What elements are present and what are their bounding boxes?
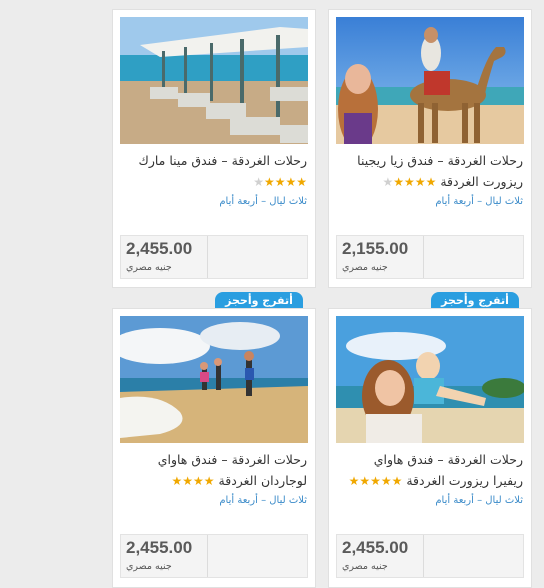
rating-stars: ★★★★ <box>172 471 215 492</box>
price-currency: جنيه مصري <box>126 262 172 273</box>
offer-title-line2-row: ريزورت الغردقة ★★★★★ <box>335 171 523 193</box>
book-button[interactable]: أتفرج وأحجز <box>431 292 519 308</box>
offer-card[interactable]: رحلات الغردقة – فندق هاواي ريفيرا ريزورت… <box>328 308 532 588</box>
family-running-beach-image <box>120 316 308 443</box>
star-icon: ★★★★ <box>171 474 215 488</box>
price-divider <box>423 236 424 278</box>
rating-stars: ★★★★★ <box>253 172 307 193</box>
offer-photo-family[interactable] <box>120 316 308 443</box>
offer-title[interactable]: رحلات الغردقة – فندق هاواي لوجاردان الغر… <box>119 449 307 492</box>
offer-title-line2[interactable]: ريزورت الغردقة <box>440 174 523 189</box>
offer-photo-camel[interactable] <box>336 17 524 144</box>
price-box: 2,455.00 جنيه مصري <box>120 534 308 578</box>
duration-text: ثلاث ليال – أربعة أيام <box>435 196 523 207</box>
offer-title-line1[interactable]: رحلات الغردقة – فندق هاواي <box>335 449 523 470</box>
offer-title-line2-row: ★★★★★ <box>119 171 307 193</box>
offer-title-line1[interactable]: رحلات الغردقة – فندق هاواي <box>119 449 307 470</box>
price-box: 2,455.00 جنيه مصري <box>336 534 524 578</box>
offer-card[interactable]: رحلات الغردقة – فندق زيا ريجينا ريزورت ا… <box>328 9 532 288</box>
price-amount: 2,455.00 <box>342 538 409 557</box>
offer-title-line2-row: لوجاردان الغردقة ★★★★ <box>119 470 308 492</box>
price-divider <box>207 236 208 278</box>
star-empty-icon: ★ <box>253 175 264 189</box>
duration-text: ثلاث ليال – أربعة أيام <box>219 196 307 207</box>
price-box: 2,155.00 جنيه مصري <box>336 235 524 279</box>
offer-title[interactable]: رحلات الغردقة – فندق زيا ريجينا ريزورت ا… <box>335 150 523 193</box>
offer-photo-umbrellas[interactable] <box>120 17 308 144</box>
rating-stars: ★★★★★ <box>383 172 437 193</box>
duration-text: ثلاث ليال – أربعة أيام <box>435 495 523 506</box>
price-divider <box>207 535 208 577</box>
price-box: 2,455.00 جنيه مصري <box>120 235 308 279</box>
offer-title[interactable]: رحلات الغردقة – فندق هاواي ريفيرا ريزورت… <box>335 449 523 492</box>
beach-umbrellas-image <box>120 17 308 144</box>
price-amount: 2,455.00 <box>126 538 193 557</box>
offer-title-line1[interactable]: رحلات الغردقة – فندق زيا ريجينا <box>335 150 523 171</box>
offer-card[interactable]: رحلات الغردقة – فندق هاواي لوجاردان الغر… <box>112 308 316 588</box>
duration-text: ثلاث ليال – أربعة أيام <box>219 495 307 506</box>
camel-rider-image <box>336 17 524 144</box>
star-empty-icon: ★ <box>382 175 394 189</box>
offer-photo-mother-child[interactable] <box>336 316 524 443</box>
offer-title-line2[interactable]: ريفيرا ريزورت الغردقة <box>406 473 523 488</box>
mother-child-beach-image <box>336 316 524 443</box>
price-currency: جنيه مصري <box>342 561 388 572</box>
star-icon: ★★★★★ <box>348 474 403 488</box>
price-currency: جنيه مصري <box>126 561 172 572</box>
price-amount: 2,455.00 <box>126 239 193 258</box>
rating-stars: ★★★★★ <box>349 471 403 492</box>
star-icon: ★★★★ <box>393 175 437 189</box>
offer-card[interactable]: رحلات الغردقة – فندق مينا مارك ★★★★★ ثلا… <box>112 9 316 288</box>
price-divider <box>423 535 424 577</box>
star-icon: ★★★★ <box>263 175 307 189</box>
price-currency: جنيه مصري <box>342 262 388 273</box>
offer-title[interactable]: رحلات الغردقة – فندق مينا مارك ★★★★★ <box>119 150 307 193</box>
book-button[interactable]: أتفرج وأحجز <box>215 292 303 308</box>
price-amount: 2,155.00 <box>342 239 409 258</box>
offer-title-line2[interactable]: لوجاردان الغردقة <box>219 473 307 488</box>
offer-title-line2-row: ريفيرا ريزورت الغردقة ★★★★★ <box>335 470 523 492</box>
offer-title-line1[interactable]: رحلات الغردقة – فندق مينا مارك <box>119 150 307 171</box>
